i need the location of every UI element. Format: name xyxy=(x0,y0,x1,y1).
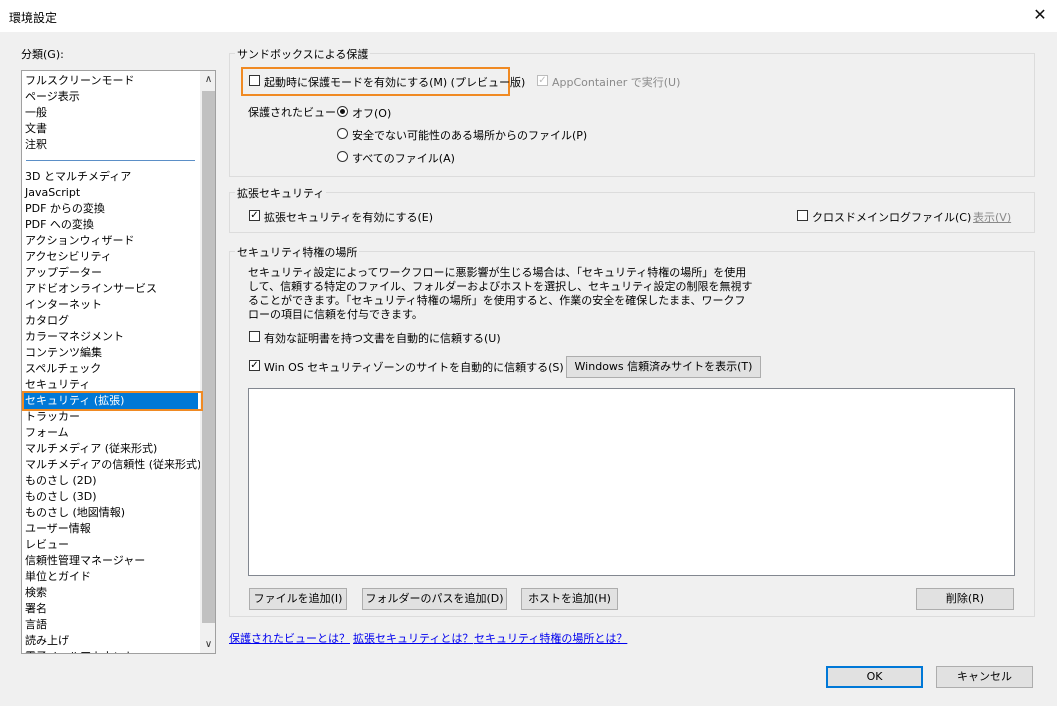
category-divider xyxy=(26,160,195,161)
radio-off[interactable] xyxy=(337,106,348,117)
category-item[interactable]: アドビオンラインサービス xyxy=(25,281,157,297)
category-scrollbar[interactable]: ∧ ∨ xyxy=(200,71,215,653)
view-log-link[interactable]: 表示(V) xyxy=(973,209,1011,225)
category-item[interactable]: ものさし (2D) xyxy=(25,473,97,489)
cert-trust-label[interactable]: 有効な証明書を持つ文書を自動的に信頼する(U) xyxy=(264,330,501,346)
chevron-down-icon[interactable]: ∨ xyxy=(200,636,215,653)
category-item[interactable]: 注釈 xyxy=(25,137,47,153)
checkmark-icon: ✓ xyxy=(538,75,547,86)
category-item[interactable]: JavaScript xyxy=(25,185,80,201)
protected-mode-label[interactable]: 起動時に保護モードを有効にする(M) (プレビュー版) xyxy=(264,74,525,90)
category-item[interactable]: ページ表示 xyxy=(25,89,80,105)
category-item[interactable]: アクションウィザード xyxy=(25,233,134,249)
category-item[interactable]: マルチメディア (従来形式) xyxy=(25,441,157,457)
category-item[interactable]: PDF への変換 xyxy=(25,217,94,233)
category-item[interactable]: アップデーター xyxy=(25,265,102,281)
radio-all-label[interactable]: すべてのファイル(A) xyxy=(352,150,455,166)
category-item[interactable]: ユーザー情報 xyxy=(25,521,91,537)
privileged-description: セキュリティ設定によってワークフローに悪影響が生じる場合は、「セキュリティ特権の… xyxy=(248,266,753,321)
crossdomain-label[interactable]: クロスドメインログファイル(C) xyxy=(812,209,971,225)
scrollbar-thumb[interactable] xyxy=(202,91,215,623)
category-item[interactable]: 読み上げ xyxy=(25,633,69,649)
categories-label: 分類(G): xyxy=(21,48,64,61)
category-item[interactable]: カタログ xyxy=(25,313,69,329)
add-folder-button[interactable]: フォルダーのパスを追加(D) xyxy=(362,588,507,610)
category-item[interactable]: カラーマネジメント xyxy=(25,329,124,345)
category-list[interactable]: 電子メールアカウント読み上げ言語署名検索単位とガイド信頼性管理マネージャーレビュ… xyxy=(21,70,216,654)
close-icon[interactable]: ✕ xyxy=(1029,4,1051,26)
category-item[interactable]: 署名 xyxy=(25,601,47,617)
add-host-button[interactable]: ホストを追加(H) xyxy=(521,588,618,610)
category-item[interactable]: アクセシビリティ xyxy=(25,249,112,265)
category-item[interactable]: 検索 xyxy=(25,585,47,601)
category-item[interactable]: フォーム xyxy=(25,425,69,441)
privileged-locations-help-link[interactable]: セキュリティ特権の場所とは？ xyxy=(474,630,627,646)
category-item[interactable]: コンテンツ編集 xyxy=(25,345,102,361)
enhanced-security-checkbox[interactable]: ✓ xyxy=(249,210,260,221)
radio-all[interactable] xyxy=(337,151,348,162)
radio-off-label[interactable]: オフ(O) xyxy=(352,105,391,121)
add-file-button[interactable]: ファイルを追加(I) xyxy=(249,588,347,610)
winos-trust-label[interactable]: Win OS セキュリティゾーンのサイトを自動的に信頼する(S) xyxy=(264,359,564,375)
enhanced-security-help-link[interactable]: 拡張セキュリティとは？ xyxy=(353,630,473,646)
category-item[interactable]: 文書 xyxy=(25,121,47,137)
remove-button[interactable]: 削除(R) xyxy=(916,588,1014,610)
show-trusted-sites-button[interactable]: Windows 信頼済みサイトを表示(T) xyxy=(566,356,761,378)
category-item[interactable]: 単位とガイド xyxy=(25,569,91,585)
cancel-button[interactable]: キャンセル xyxy=(936,666,1033,688)
chevron-up-icon[interactable]: ∧ xyxy=(200,71,215,88)
protected-mode-checkbox[interactable] xyxy=(249,75,260,86)
enhanced-security-label[interactable]: 拡張セキュリティを有効にする(E) xyxy=(264,209,433,225)
checkmark-icon: ✓ xyxy=(250,210,259,221)
radio-unsafe-label[interactable]: 安全でない可能性のある場所からのファイル(P) xyxy=(352,127,587,143)
category-item[interactable]: フルスクリーンモード xyxy=(25,73,134,89)
appcontainer-label[interactable]: AppContainer で実行(U) xyxy=(552,74,680,90)
checkmark-icon: ✓ xyxy=(250,360,259,371)
sandbox-group-title: サンドボックスによる保護 xyxy=(235,46,371,62)
category-item[interactable]: ものさし (地図情報) xyxy=(25,505,125,521)
category-item[interactable]: レビュー xyxy=(25,537,69,553)
crossdomain-checkbox[interactable] xyxy=(797,210,808,221)
category-item[interactable]: 信頼性管理マネージャー xyxy=(25,553,145,569)
appcontainer-checkbox[interactable]: ✓ xyxy=(537,75,548,86)
selected-category-highlight xyxy=(22,391,203,411)
category-item[interactable]: マルチメディアの信頼性 (従来形式) xyxy=(25,457,201,473)
enhanced-security-title: 拡張セキュリティ xyxy=(235,185,327,201)
ok-button[interactable]: OK xyxy=(826,666,923,688)
winos-trust-checkbox[interactable]: ✓ xyxy=(249,360,260,371)
category-item[interactable]: 3D とマルチメディア xyxy=(25,169,131,185)
cert-trust-checkbox[interactable] xyxy=(249,331,260,342)
category-item[interactable]: トラッカー xyxy=(25,409,80,425)
category-item[interactable]: 電子メールアカウント xyxy=(25,649,135,653)
title-bar: 環境設定 ✕ xyxy=(0,0,1057,32)
category-item[interactable]: ものさし (3D) xyxy=(25,489,97,505)
window-title: 環境設定 xyxy=(9,11,58,25)
protected-view-help-link[interactable]: 保護されたビューとは？ xyxy=(229,630,350,646)
category-item[interactable]: スペルチェック xyxy=(25,361,101,377)
category-item[interactable]: インターネット xyxy=(25,297,102,313)
privileged-locations-list[interactable] xyxy=(248,388,1015,576)
protected-view-label: 保護されたビュー xyxy=(248,106,336,119)
radio-unsafe[interactable] xyxy=(337,128,348,139)
radio-dot xyxy=(340,109,345,114)
category-item[interactable]: 一般 xyxy=(25,105,47,121)
category-item[interactable]: 言語 xyxy=(25,617,47,633)
privileged-locations-title: セキュリティ特権の場所 xyxy=(235,244,360,260)
category-item[interactable]: PDF からの変換 xyxy=(25,201,105,217)
